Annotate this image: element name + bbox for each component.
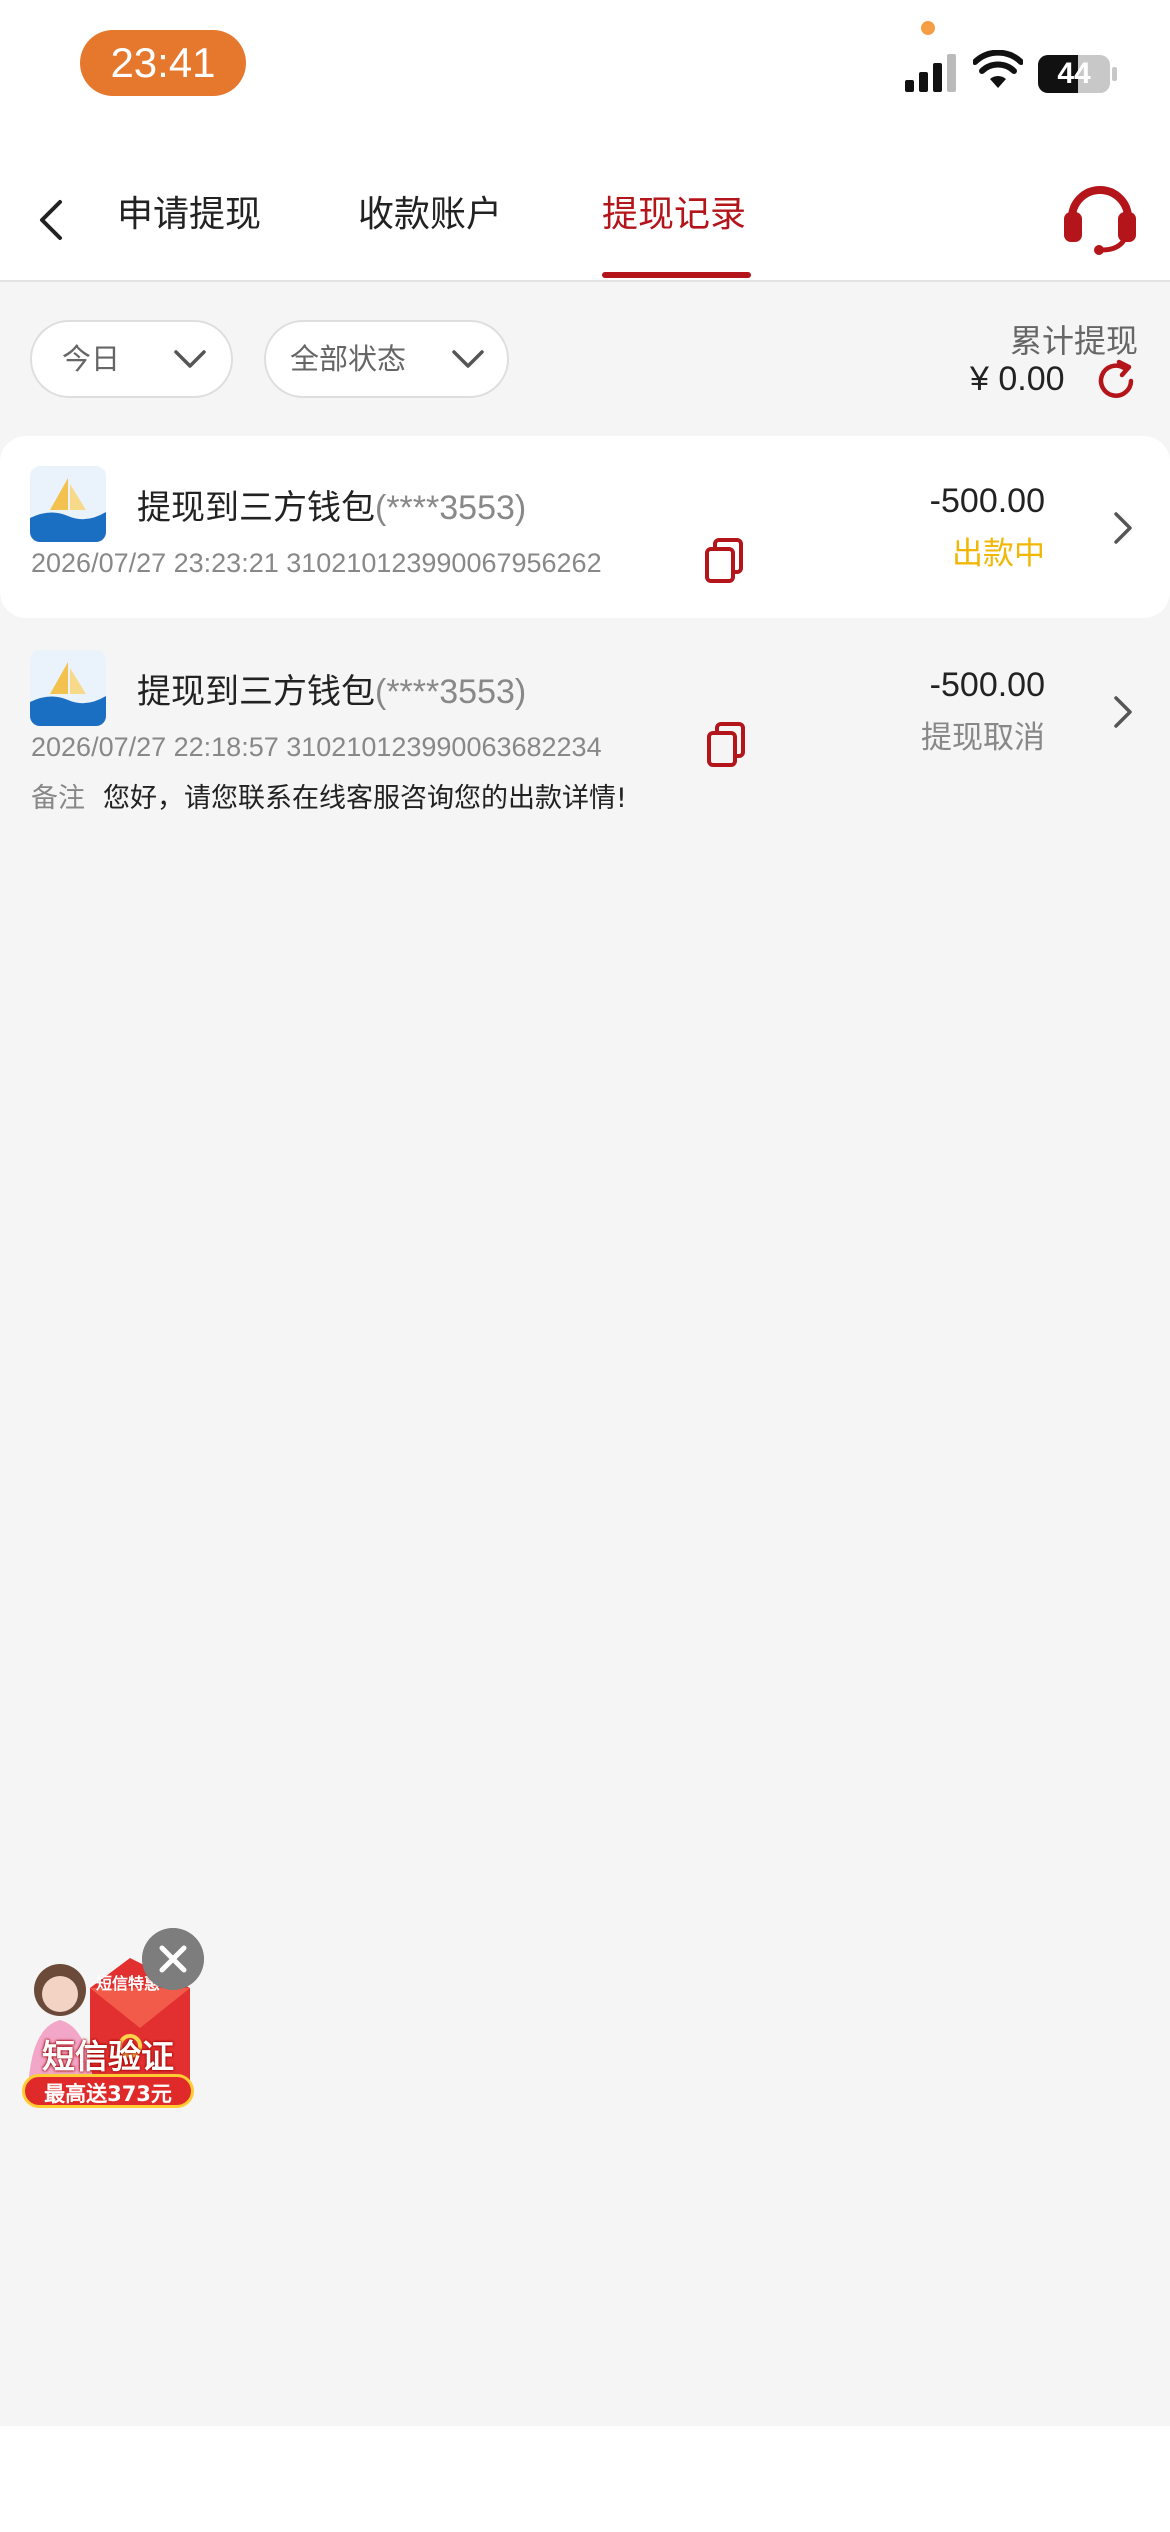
record-title: 提现到三方钱包(****3553)	[137, 480, 526, 529]
record-meta: 2026/07/27 23:23:21 31021012399006795626…	[31, 548, 602, 579]
record-account: (****3553)	[375, 489, 527, 527]
customer-service-icon[interactable]	[1058, 174, 1142, 258]
wifi-icon	[973, 50, 1023, 88]
record-remark: 备注 您好，请您联系在线客服咨询您的出款详情!	[31, 776, 627, 815]
wallet-app-logo	[30, 650, 106, 726]
copy-icon[interactable]	[704, 538, 744, 584]
status-time: 23:41	[80, 30, 246, 96]
tab-payment-account[interactable]: 收款账户	[358, 160, 502, 280]
close-icon[interactable]	[142, 1928, 204, 1990]
chevron-down-icon	[452, 350, 484, 368]
record-datetime: 2026/07/27 23:23:21	[31, 548, 279, 578]
record-amount: -500.00	[929, 482, 1045, 520]
chevron-right-icon	[1114, 512, 1132, 544]
record-datetime: 2026/07/27 22:18:57	[31, 732, 279, 762]
active-tab-indicator	[602, 272, 751, 278]
record-title: 提现到三方钱包(****3553)	[137, 664, 526, 713]
tab-apply-withdrawal[interactable]: 申请提现	[117, 160, 261, 280]
wallet-app-logo	[30, 466, 106, 542]
promo-title: 短信验证	[42, 2037, 174, 2076]
record-status: 出款中	[952, 536, 1045, 572]
date-filter-dropdown[interactable]: 今日	[30, 320, 233, 398]
remark-label: 备注	[31, 783, 85, 814]
record-account: (****3553)	[375, 673, 527, 711]
copy-icon[interactable]	[706, 722, 746, 768]
record-order-id: 310210123990067956262	[286, 548, 602, 578]
record-title-text: 提现到三方钱包	[137, 488, 375, 528]
record-title-text: 提现到三方钱包	[137, 672, 375, 712]
withdrawal-record[interactable]: 提现到三方钱包(****3553) 2026/07/27 22:18:57 31…	[0, 622, 1170, 822]
tab-withdrawal-records[interactable]: 提现记录	[602, 160, 746, 280]
refresh-icon[interactable]	[1093, 358, 1139, 404]
total-withdrawal-label: 累计提现	[1009, 322, 1138, 360]
back-icon[interactable]	[22, 188, 82, 252]
chevron-down-icon	[174, 350, 206, 368]
record-amount: -500.00	[929, 666, 1045, 704]
withdrawal-record[interactable]: 提现到三方钱包(****3553) 2026/07/27 23:23:21 31…	[0, 436, 1170, 618]
record-meta: 2026/07/27 22:18:57 31021012399006368223…	[31, 732, 602, 763]
status-bar: 23:41 44	[0, 0, 1170, 160]
status-filter-label: 全部状态	[290, 342, 407, 376]
status-filter-dropdown[interactable]: 全部状态	[264, 320, 509, 398]
total-withdrawal-amount: ¥ 0.00	[970, 360, 1065, 398]
cellular-signal-icon	[905, 54, 956, 92]
remark-text: 您好，请您联系在线客服咨询您的出款详情!	[103, 783, 627, 814]
privacy-indicator	[921, 21, 935, 35]
battery-level: 44	[1057, 57, 1091, 90]
record-status: 提现取消	[921, 720, 1045, 756]
top-nav: 申请提现 收款账户 提现记录	[0, 160, 1170, 282]
chevron-right-icon	[1114, 696, 1132, 728]
bottom-safe-area	[0, 2426, 1170, 2532]
record-order-id: 310210123990063682234	[286, 732, 602, 762]
date-filter-label: 今日	[62, 342, 121, 376]
promo-subtitle: 最高送373元	[22, 2074, 194, 2108]
